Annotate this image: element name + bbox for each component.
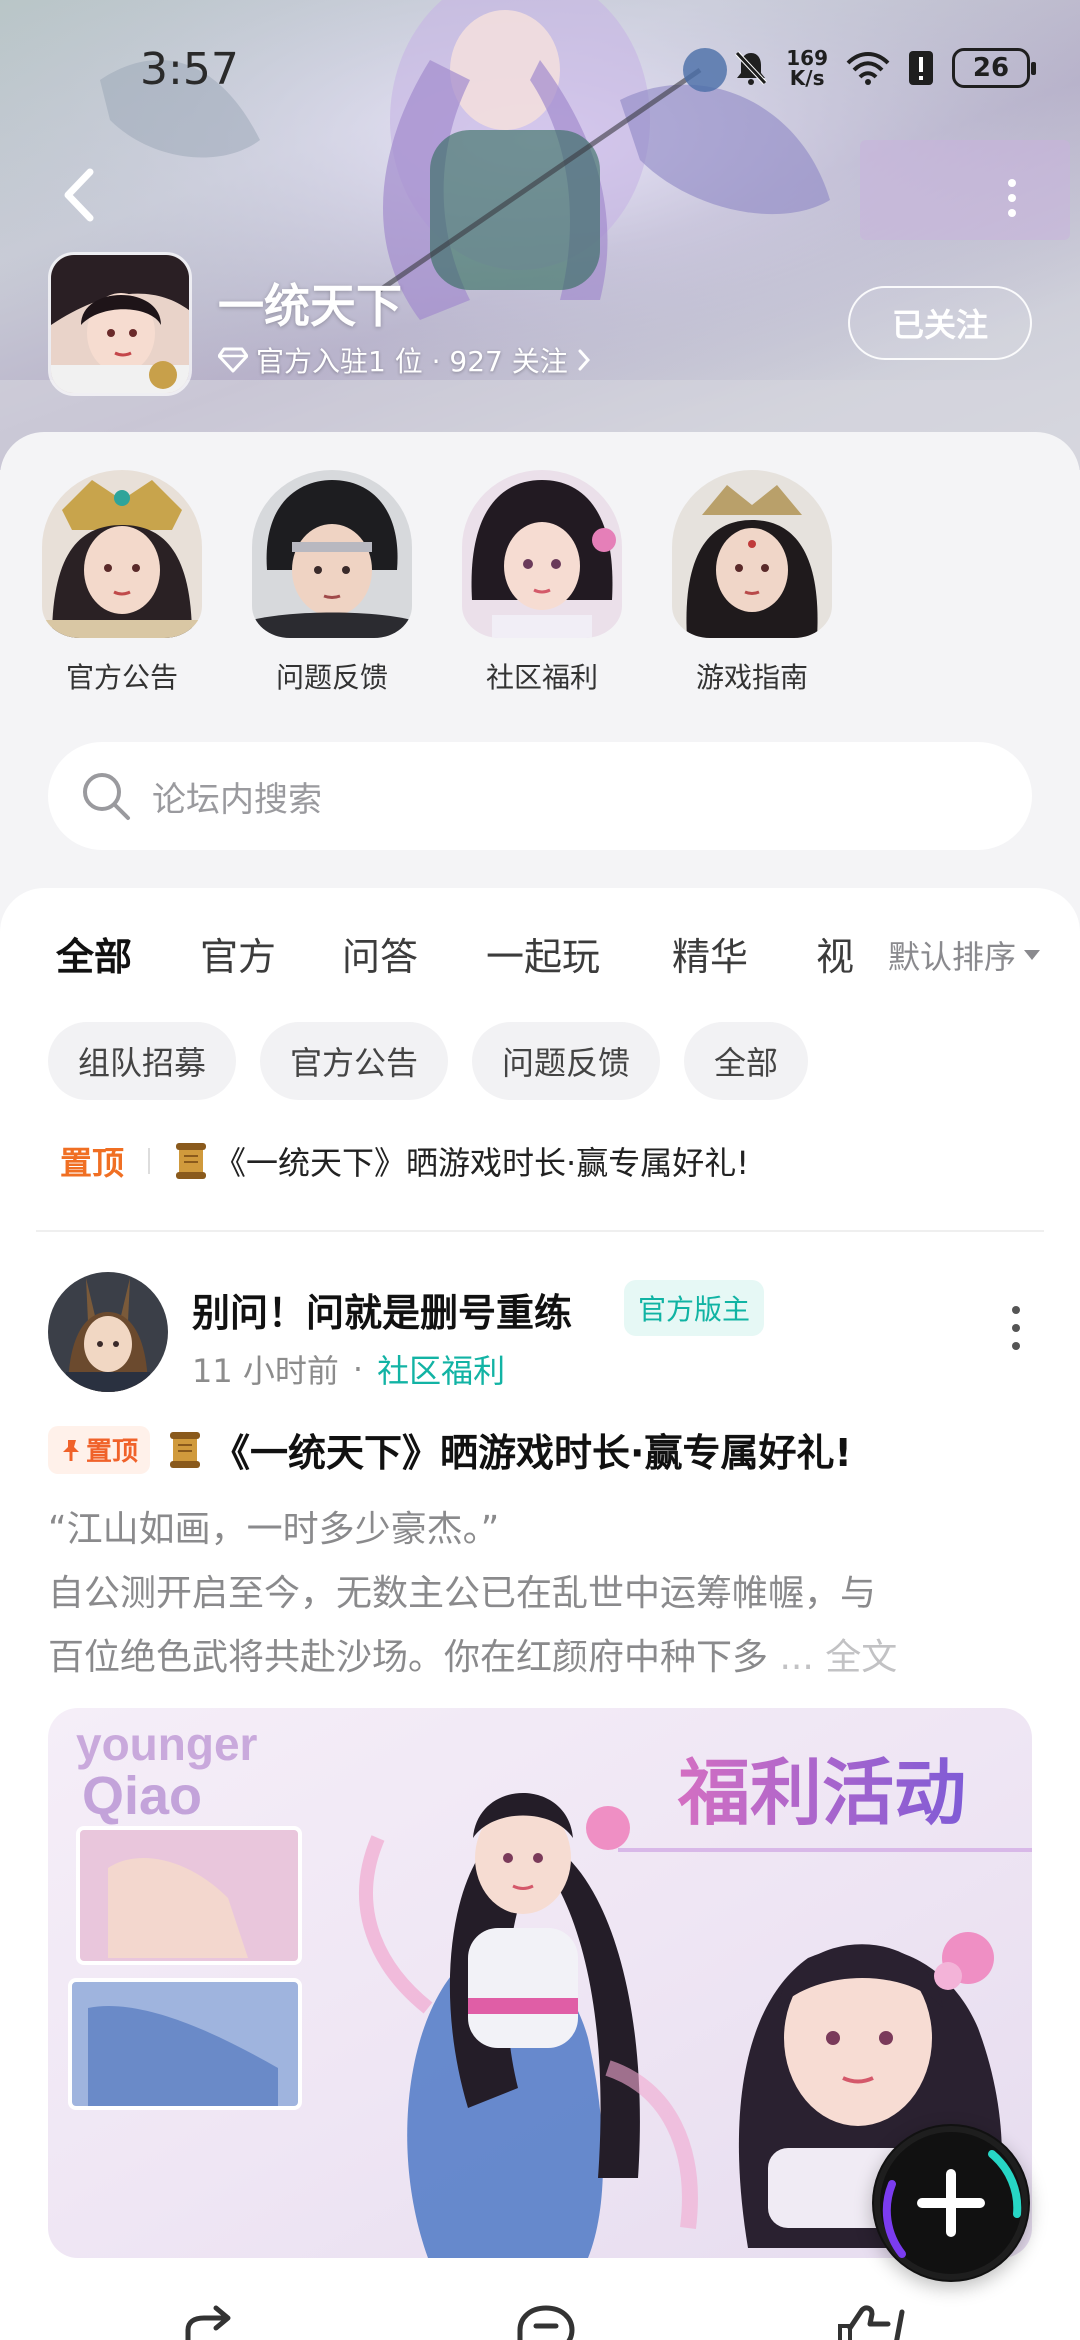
tab-play-together[interactable]: 一起玩	[486, 926, 600, 981]
chip-feedback[interactable]: 问题反馈	[472, 1022, 661, 1100]
network-speed: 169 K/s	[786, 46, 828, 90]
back-button[interactable]	[52, 160, 112, 230]
chip-team-recruit[interactable]: 组队招募	[48, 1022, 237, 1100]
search-icon	[83, 773, 130, 820]
game-meta[interactable]: 官方入驻1 位 · 927 关注	[218, 340, 592, 380]
image-text-qiao: Qiao	[82, 1766, 202, 1826]
back-icon	[64, 168, 94, 222]
pinned-badge: 置顶	[48, 1425, 151, 1474]
comment-icon	[517, 2305, 575, 2340]
chevron-right-icon	[578, 349, 590, 371]
category-thumb	[42, 470, 202, 638]
sort-dropdown[interactable]: 默认排序	[857, 932, 1040, 978]
category-thumb	[672, 470, 832, 638]
game-avatar	[48, 252, 192, 396]
tab-bar: 全部 官方 问答 一起玩 精华 视 默认排序	[0, 918, 1080, 998]
diamond-icon	[218, 347, 248, 373]
avatar[interactable]	[48, 1272, 168, 1392]
post-actions	[0, 2298, 1080, 2340]
chip-all[interactable]: 全部	[684, 1022, 809, 1100]
plus-icon	[874, 2126, 1028, 2280]
chevron-down-icon	[1024, 950, 1040, 960]
scroll-icon	[176, 1143, 207, 1179]
status-time: 3:57	[140, 44, 239, 95]
post-title-text: 《一统天下》晒游戏时长·赢专属好礼!	[212, 1431, 852, 1475]
share-icon	[185, 2305, 231, 2340]
pinned-post-link[interactable]: 置顶 《一统天下》晒游戏时长·赢专属好礼!	[60, 1138, 749, 1184]
divider	[36, 1230, 1044, 1232]
search-placeholder: 论坛内搜索	[152, 779, 322, 820]
category-thumb	[462, 470, 622, 638]
status-bar: 3:57 169 K/s 26	[0, 40, 1080, 100]
category-thumb	[252, 470, 412, 638]
tab-video[interactable]: 视	[816, 926, 854, 981]
post-board-link[interactable]: 社区福利	[377, 1346, 505, 1392]
status-icons: 169 K/s 26	[734, 46, 1036, 90]
follow-button[interactable]: 已关注	[848, 286, 1032, 360]
pinned-tag: 置顶	[60, 1144, 125, 1182]
divider	[148, 1148, 151, 1174]
scroll-icon	[170, 1431, 201, 1468]
search-input[interactable]: 论坛内搜索	[48, 742, 1032, 850]
game-name: 一统天下	[218, 279, 402, 333]
game-meta-text: 官方入驻1 位 · 927 关注	[256, 345, 568, 378]
game-header: 3:57 169 K/s 26 一统天下 官方入驻1 位 · 927 关注 已关…	[0, 0, 1080, 470]
battery-indicator: 26	[952, 48, 1036, 88]
tab-all[interactable]: 全部	[56, 926, 132, 991]
more-icon[interactable]	[1002, 175, 1022, 217]
category-guide[interactable]: 游戏指南	[668, 470, 836, 696]
share-button[interactable]	[180, 2304, 240, 2340]
category-row: 官方公告 问题反馈 社区福利 游戏指南	[38, 470, 836, 696]
tab-featured[interactable]: 精华	[672, 926, 748, 981]
moderator-badge: 官方版主	[624, 1280, 765, 1336]
image-text-younger: younger	[76, 1718, 258, 1770]
create-post-button[interactable]	[872, 2124, 1030, 2282]
post-meta: 11 小时前 · 社区福利	[192, 1346, 505, 1392]
tab-qa[interactable]: 问答	[342, 926, 418, 981]
pinned-title: 《一统天下》晒游戏时长·赢专属好礼!	[214, 1144, 750, 1182]
tab-official[interactable]: 官方	[200, 926, 276, 981]
chip-official-notice[interactable]: 官方公告	[260, 1022, 449, 1100]
alert-icon	[909, 51, 933, 85]
post-excerpt[interactable]: “江山如画，一时多少豪杰。” 自公测开启至今，无数主公已在乱世中运筹帷幄，与 百…	[48, 1498, 1032, 1690]
post-time: 11 小时前	[192, 1352, 339, 1390]
category-feedback[interactable]: 问题反馈	[248, 470, 416, 696]
filter-chips: 组队招募 官方公告 问题反馈 全部	[48, 1022, 809, 1100]
read-more-link[interactable]: ... 全文	[779, 1637, 897, 1678]
comment-button[interactable]	[516, 2304, 576, 2340]
sort-label: 默认排序	[887, 938, 1016, 976]
bell-muted-icon	[735, 51, 768, 85]
like-button[interactable]	[836, 2304, 916, 2340]
like-icon	[838, 2305, 905, 2340]
image-text-title: 福利活动	[677, 1751, 966, 1835]
wifi-icon	[846, 52, 890, 85]
forum-panel: 官方公告 问题反馈 社区福利 游戏指南 论坛内搜索	[0, 432, 1080, 892]
post-title[interactable]: 置顶 《一统天下》晒游戏时长·赢专属好礼!	[48, 1422, 852, 1477]
category-official-notice[interactable]: 官方公告	[38, 470, 206, 696]
author-name[interactable]: 别问！问就是删号重练	[192, 1282, 572, 1337]
pin-icon	[63, 1439, 79, 1461]
more-icon[interactable]	[1010, 1306, 1022, 1350]
post-feed: 全部 官方 问答 一起玩 精华 视 默认排序 组队招募 官方公告 问题反馈 全部…	[0, 888, 1080, 2340]
category-welfare[interactable]: 社区福利	[458, 470, 626, 696]
